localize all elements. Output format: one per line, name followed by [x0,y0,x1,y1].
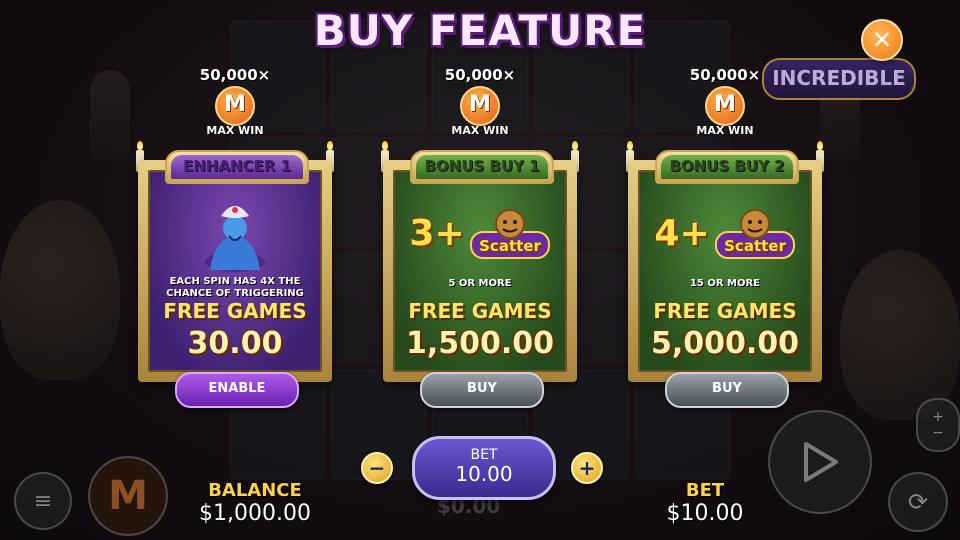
scatter-icon: Scatter [469,209,550,259]
m-logo-icon: M [215,86,255,126]
free-games-label: FREE GAMES [163,299,307,323]
feature-price: 1,500.00 [405,326,555,361]
balance-value: $1,000.00 [199,501,311,526]
minus-icon: − [368,456,386,480]
card-header: ENHANCER 1 [165,150,309,184]
feature-card-bonus-buy-2: 50,000× M MAX WIN BONUS BUY 2 4+ Scatter… [620,66,830,411]
bet-selector[interactable]: BET 10.00 [412,436,556,500]
autoplay-icon: ⟳ [907,488,929,516]
buy-button-bonus-1[interactable]: BUY [420,372,544,408]
feature-description: EACH SPIN HAS 4X THE CHANCE OF TRIGGERIN… [166,276,304,299]
menu-button[interactable]: ≡ [14,472,72,530]
scatter-count: 3+ [409,213,465,254]
feature-description: 15 OR MORE [689,278,761,289]
stake-adjust-button[interactable]: + − [916,398,960,452]
bet-decrease-button[interactable]: − [361,452,393,484]
max-win-badge: 50,000× M MAX WIN [375,66,585,137]
balance-display: BALANCE $1,000.00 [180,480,330,526]
feature-card-bonus-buy-1: 50,000× M MAX WIN BONUS BUY 1 3+ Scatter… [375,66,585,411]
bet-label: BET [685,480,725,501]
close-icon: ✕ [871,26,893,54]
genie-icon [205,206,265,272]
bet-pill-label: BET [470,447,498,463]
max-win-label: MAX WIN [451,124,509,137]
free-games-label: FREE GAMES [653,299,797,323]
m-logo-icon: M [108,473,148,519]
spin-button[interactable] [768,410,872,514]
card-header: BONUS BUY 1 [410,150,554,184]
game-logo-button: M [88,456,168,536]
max-win-badge: 50,000× M MAX WIN [130,66,340,137]
m-logo-icon: M [705,86,745,126]
free-games-label: FREE GAMES [408,299,552,323]
bet-increase-button[interactable]: + [571,452,603,484]
scatter-word: Scatter [724,237,786,255]
feature-price: 5,000.00 [650,326,800,361]
card-header: BONUS BUY 2 [655,150,799,184]
max-win-multiplier: 50,000× [444,66,516,84]
max-win-multiplier: 50,000× [689,66,761,84]
m-logo-icon: M [460,86,500,126]
menu-icon: ≡ [33,488,53,514]
page-title: BUY FEATURE [313,6,647,55]
scatter-requirement: 4+ Scatter [620,206,830,264]
feature-card-enhancer-1: 50,000× M MAX WIN ENHANCER 1 EACH SPIN H… [130,66,340,411]
autoplay-button[interactable]: ⟳ [888,472,948,532]
scatter-requirement: 3+ Scatter [375,206,585,264]
max-win-badge: 50,000× M MAX WIN [620,66,830,137]
scatter-count: 4+ [654,213,710,254]
bet-value: $10.00 [666,501,744,526]
bet-display: BET $10.00 [630,480,780,526]
max-win-label: MAX WIN [696,124,754,137]
enable-button[interactable]: ENABLE [175,372,299,408]
feature-price: 30.00 [187,326,283,361]
close-button[interactable]: ✕ [861,19,903,61]
scatter-word: Scatter [479,237,541,255]
stake-icon: + − [932,409,944,441]
plus-icon: + [578,456,596,480]
feature-description: 5 OR MORE [448,278,512,289]
scatter-icon: Scatter [714,209,795,259]
buy-button-bonus-2[interactable]: BUY [665,372,789,408]
play-icon [804,442,838,482]
max-win-label: MAX WIN [206,124,264,137]
bet-pill-value: 10.00 [455,462,513,486]
balance-label: BALANCE [208,480,302,501]
max-win-multiplier: 50,000× [199,66,271,84]
